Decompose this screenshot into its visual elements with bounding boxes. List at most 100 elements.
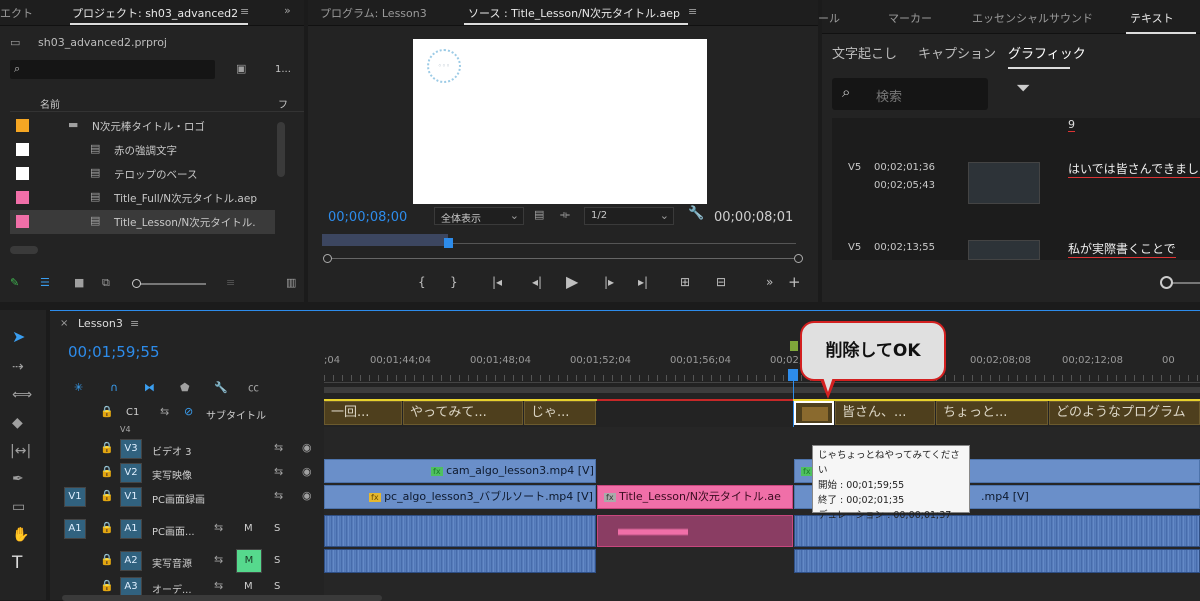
zoom-select[interactable]: 全体表示 ⌄ xyxy=(434,207,524,225)
caption-clip[interactable]: 皆さん、... xyxy=(835,401,935,425)
label-color-swatch[interactable] xyxy=(16,167,29,180)
selection-tool-icon[interactable]: ➤ xyxy=(12,329,25,345)
selected-caption-clip[interactable] xyxy=(794,401,834,425)
timeline-playhead-head[interactable] xyxy=(788,369,798,381)
new-bin-icon[interactable]: ▣ xyxy=(236,62,246,76)
sync-icon[interactable]: ⇆ xyxy=(214,553,223,567)
eye-icon[interactable]: ◉ xyxy=(302,465,312,479)
sync-icon[interactable]: ⇆ xyxy=(214,521,223,535)
extract-button[interactable]: ⊟ xyxy=(716,275,726,289)
caption-clip[interactable]: どのようなプログラム xyxy=(1049,401,1200,425)
list-item[interactable]: ▤ Title_Full/N次元タイトル.aep xyxy=(10,186,275,210)
settings-icon[interactable]: ▤ xyxy=(534,208,544,222)
go-to-out-button[interactable]: ▸| xyxy=(638,275,648,289)
sequence-tab[interactable]: Lesson3 xyxy=(78,317,123,330)
caption-clip[interactable]: じゃ... xyxy=(524,401,596,425)
hide-icon[interactable]: ⊘ xyxy=(184,405,193,419)
source-v1-button[interactable]: V1 xyxy=(64,487,86,507)
icon-view-icon[interactable]: ■ xyxy=(74,276,84,290)
target-v2-button[interactable]: V2 xyxy=(120,463,142,483)
list-scrollbar[interactable] xyxy=(277,122,285,177)
close-icon[interactable]: × xyxy=(60,317,68,331)
mark-out-button[interactable]: } xyxy=(450,275,458,289)
audio-clip[interactable] xyxy=(794,549,1200,573)
hand-tool-icon[interactable]: ✋ xyxy=(12,528,29,542)
sync-icon[interactable]: ⇆ xyxy=(274,441,283,455)
in-out-range[interactable] xyxy=(322,234,448,246)
subtab-graphics[interactable]: グラフィック xyxy=(1008,43,1086,62)
list-view-icon[interactable]: ☰ xyxy=(40,276,50,290)
razor-tool-icon[interactable]: ◆ xyxy=(12,416,23,430)
search-input[interactable]: ⌕ xyxy=(10,60,215,79)
step-back-button[interactable]: ◂| xyxy=(532,275,542,289)
linked-selection-icon[interactable]: ⧓ xyxy=(144,381,155,395)
pencil-icon[interactable]: ✎ xyxy=(10,276,19,290)
lock-icon[interactable]: 🔒 xyxy=(100,489,114,503)
current-timecode[interactable]: 00;00;08;00 xyxy=(328,210,407,225)
source-a1-button[interactable]: A1 xyxy=(64,519,86,539)
audio-clip[interactable] xyxy=(597,515,793,547)
lock-icon[interactable]: 🔒 xyxy=(100,553,114,567)
tab-source[interactable]: ソース : Title_Lesson/N次元タイトル.aep xyxy=(468,5,680,21)
text-search-input[interactable]: ⌕ 検索 xyxy=(832,78,988,110)
lift-button[interactable]: ⊞ xyxy=(680,275,690,289)
monitor-menu-icon[interactable]: ≡ xyxy=(688,5,697,19)
tab-effects[interactable]: エクト xyxy=(0,5,33,21)
col-name[interactable]: 名前 xyxy=(40,96,60,111)
graphic-entry[interactable]: V5 00;02;01;36 00;02;05;43 はいでは皆さんできましたで… xyxy=(832,158,1200,208)
title-clip[interactable]: fx Title_Lesson/N次元タイトル.ae xyxy=(597,485,793,509)
video-clip[interactable]: fx cam_algo_lesson3.mp4 [V] xyxy=(324,459,596,483)
tab-markers[interactable]: マーカー xyxy=(888,10,932,26)
rectangle-tool-icon[interactable]: ▭ xyxy=(12,500,25,514)
list-item[interactable]: ▬ N次元棒タイトル・ロゴ xyxy=(10,114,275,138)
settings-wrench-icon[interactable]: 🔧 xyxy=(214,381,228,395)
target-v3-button[interactable]: V3 xyxy=(120,439,142,459)
solo-button[interactable]: S xyxy=(274,581,280,592)
captions-icon[interactable]: ㏄ xyxy=(248,381,259,395)
slip-tool-icon[interactable]: |↔| xyxy=(10,444,31,458)
mute-button[interactable]: M xyxy=(244,523,253,534)
subtab-transcript[interactable]: 文字起こし xyxy=(832,43,897,62)
solo-button[interactable]: S xyxy=(274,555,280,566)
eye-icon[interactable]: ◉ xyxy=(302,489,312,503)
go-to-in-button[interactable]: |◂ xyxy=(492,275,502,289)
hscroll[interactable] xyxy=(10,246,38,254)
nest-icon[interactable]: ✳ xyxy=(74,381,83,395)
timeline-hscroll[interactable] xyxy=(62,595,382,601)
safe-margins-icon[interactable]: ⟛ xyxy=(560,208,570,222)
target-a2-button[interactable]: A2 xyxy=(120,551,142,571)
lock-icon[interactable]: 🔒 xyxy=(100,521,114,535)
pen-tool-icon[interactable]: ✒ xyxy=(12,472,24,486)
tab-text[interactable]: テキスト xyxy=(1130,10,1174,26)
sync-icon[interactable]: ⇆ xyxy=(274,489,283,503)
overflow-icon[interactable]: » xyxy=(284,4,291,18)
track-select-icon[interactable]: ⇢ xyxy=(12,360,24,374)
graphic-entry[interactable]: V5 00;02;13;55 私が実際書くことで xyxy=(832,238,1200,262)
label-color-swatch[interactable] xyxy=(16,119,29,132)
label-color-swatch[interactable] xyxy=(16,191,29,204)
freeform-view-icon[interactable]: ⧉ xyxy=(102,276,110,290)
caption-clip[interactable]: 一回... xyxy=(324,401,402,425)
sort-icon[interactable]: ≡ xyxy=(226,276,235,290)
lock-icon[interactable]: 🔒 xyxy=(100,441,114,455)
add-button[interactable]: + xyxy=(788,273,801,291)
add-marker-icon[interactable]: ⬟ xyxy=(180,381,190,395)
lock-icon[interactable]: 🔒 xyxy=(100,579,114,593)
zoom-slider[interactable] xyxy=(132,279,206,288)
timeline-timecode[interactable]: 00;01;59;55 xyxy=(68,343,160,361)
eye-icon[interactable]: ◉ xyxy=(302,441,312,455)
solo-button[interactable]: S xyxy=(274,523,280,534)
mute-a2-button[interactable]: M xyxy=(236,549,262,573)
sync-icon[interactable]: ⇆ xyxy=(274,465,283,479)
play-button[interactable]: ▶ xyxy=(566,272,578,291)
wrench-icon[interactable]: 🔧 xyxy=(688,207,704,221)
list-item[interactable]: ▤ テロップのベース xyxy=(10,162,275,186)
lock-icon[interactable]: 🔒 xyxy=(100,465,114,479)
target-a1-button[interactable]: A1 xyxy=(120,519,142,539)
automate-icon[interactable]: ▥ xyxy=(286,276,296,290)
panel-menu-icon[interactable]: ≡ xyxy=(240,5,249,19)
lock-icon[interactable]: 🔒 xyxy=(100,405,114,419)
sync-icon[interactable]: ⇆ xyxy=(160,405,169,419)
tab-tools[interactable]: ール xyxy=(818,10,840,26)
filter-icon[interactable]: ⏷ xyxy=(1016,80,1030,98)
